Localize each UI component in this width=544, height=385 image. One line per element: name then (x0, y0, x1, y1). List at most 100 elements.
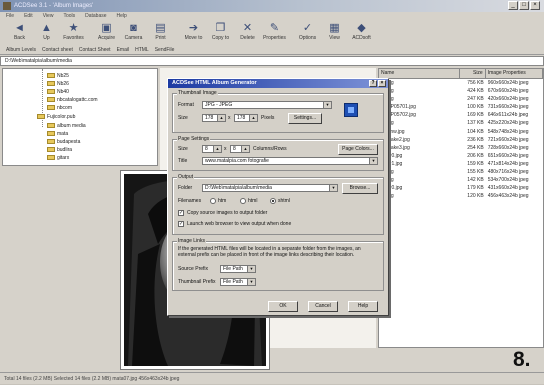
toolbar-button-properties[interactable]: ✎ Properties (261, 21, 288, 45)
page-colors-button[interactable]: Page Colors... (338, 144, 378, 155)
toolbar-button-favorites[interactable]: ★ Favorites (60, 21, 87, 45)
browse-button[interactable]: Browse... (342, 183, 378, 194)
folder-icon (47, 131, 55, 137)
close-button[interactable]: × (530, 1, 540, 10)
tree-item[interactable]: budapesta (47, 138, 80, 146)
radio-shtml[interactable] (270, 198, 276, 204)
acdsoft-icon: ◆ (357, 22, 366, 34)
column-name[interactable]: Name (379, 69, 460, 78)
tree-item[interactable]: nbcatalogattc.com (47, 96, 98, 104)
rows-field[interactable]: 8 ▲ (230, 145, 250, 153)
file-row[interactable]: CP05702.jpg 169 KB 646x611x24b jpeg (379, 111, 543, 119)
title-field[interactable]: www.matalpia.com fotografie ▼ (202, 157, 378, 165)
columns-field[interactable]: 8 ▲ (202, 145, 222, 153)
tree-item[interactable]: mata (47, 130, 68, 138)
radio-html-label: html (248, 198, 258, 204)
file-row[interactable]: hr1.jpg 159 KB 471x814x24b jpeg (379, 160, 543, 168)
tree-item[interactable]: Fujicolor.pub (37, 113, 75, 121)
file-row[interactable]: jpg 247 KB 420x660x24b jpeg (379, 95, 543, 103)
thumbnail-prefix-select[interactable]: File Path ▼ (220, 278, 256, 286)
link-contact-sheet-2[interactable]: Contact Sheet (79, 45, 111, 54)
copy-images-label: Copy source images to output folder (187, 210, 268, 216)
toolbar-button-acdsoft[interactable]: ◆ ACDsoft (348, 21, 375, 45)
toolbar-button-back[interactable]: ◄ Back (6, 21, 33, 45)
favorites-icon: ★ (68, 22, 79, 34)
file-row[interactable]: Pnw.jpg 104 KB 548x748x24b jpeg (379, 128, 543, 136)
file-name: stake2.jpg (379, 136, 460, 144)
copy-images-checkbox[interactable]: ✓ (178, 210, 184, 216)
tree-item[interactable]: album media (47, 122, 86, 130)
toolbar-button-copy-to[interactable]: ❐ Copy to (207, 21, 234, 45)
tree-item[interactable]: Nb40 (47, 88, 69, 96)
format-select[interactable]: JPG - JPEG ▼ (202, 101, 332, 109)
menu-edit[interactable]: Edit (24, 12, 33, 21)
help-button[interactable]: Help (348, 301, 378, 312)
menu-file[interactable]: File (6, 12, 14, 21)
dialog-title: ACDSee HTML Album Generator ? × (168, 79, 388, 88)
file-row[interactable]: jpg 120 KB 456x463x24b jpeg (379, 192, 543, 200)
chevron-down-icon: ▼ (247, 266, 255, 272)
dialog-help-button[interactable]: ? (369, 80, 377, 87)
file-row[interactable]: jpg 155 KB 480x716x24b jpeg (379, 168, 543, 176)
dialog-close-button[interactable]: × (378, 80, 386, 87)
toolbar-button-print[interactable]: ▤ Print (147, 21, 174, 45)
toolbar-button-view[interactable]: ▦ View (321, 21, 348, 45)
file-row[interactable]: CP05701.jpg 100 KB 731x660x24b jpeg (379, 103, 543, 111)
toolbar-button-camera[interactable]: ◙ Camera (120, 21, 147, 45)
file-row[interactable]: hr0.jpg 206 KB 651x660x24b jpeg (379, 152, 543, 160)
file-row[interactable]: jpg 756 KB 960x660x24b jpeg (379, 79, 543, 87)
file-name: hr0.jpg (379, 152, 460, 160)
tree-item[interactable]: budlira (47, 146, 72, 154)
maximize-button[interactable]: □ (519, 1, 529, 10)
address-bar[interactable]: D:\Web\matalpia\album\media (0, 56, 544, 66)
menu-tools[interactable]: Tools (63, 12, 75, 21)
tree-item[interactable]: gitarx (47, 154, 69, 162)
file-row[interactable]: stake2.jpg 236 KB 721x660x24b jpeg (379, 136, 543, 144)
link-album-levels[interactable]: Album Levels (6, 45, 36, 54)
link-email[interactable]: Email (117, 45, 130, 54)
file-row[interactable]: hr0.jpg 179 KB 431x660x24b jpeg (379, 184, 543, 192)
menu-database[interactable]: Database (85, 12, 106, 21)
thumbnail-prefix-label: Thumbnail Prefix (178, 279, 216, 285)
link-sendfile[interactable]: SendFile (155, 45, 175, 54)
file-row[interactable]: jpg 137 KB 425x220x24b jpeg (379, 119, 543, 127)
tree-item[interactable]: Nb25 (47, 72, 69, 80)
thumb-width-field[interactable]: 178 ▲ (202, 114, 226, 122)
cancel-button[interactable]: Cancel (308, 301, 338, 312)
ok-button[interactable]: OK (268, 301, 298, 312)
file-row[interactable]: jpg 142 KB 534x700x24b jpeg (379, 176, 543, 184)
file-name-text: CP05702.jpg (387, 112, 416, 119)
source-prefix-select[interactable]: File Path ▼ (220, 265, 256, 273)
toolbar-button-up[interactable]: ▲ Up (33, 21, 60, 45)
tree-item[interactable]: Nb26 (47, 80, 69, 88)
radio-htm[interactable] (210, 198, 216, 204)
menu-view[interactable]: View (43, 12, 54, 21)
tree-item[interactable]: nbcom (47, 104, 72, 112)
file-properties: 471x814x24b jpeg (487, 160, 529, 167)
folder-field[interactable]: D:\Web\matalpia\album\media ▼ (202, 184, 338, 192)
file-properties: 646x611x24b jpeg (487, 112, 529, 119)
toolbar-button-options[interactable]: ✓ Options (294, 21, 321, 45)
file-row[interactable]: stake3.jpg 254 KB 728x660x24b jpeg (379, 144, 543, 152)
toolbar-button-acquire[interactable]: ▣ Acquire (93, 21, 120, 45)
file-size: 179 KB (467, 185, 484, 192)
thumb-height-field[interactable]: 178 ▲ (234, 114, 258, 122)
menu-help[interactable]: Help (117, 12, 127, 21)
settings-button[interactable]: Settings... (288, 113, 322, 124)
link-contact-sheet[interactable]: Contact sheet (42, 45, 73, 54)
column-size[interactable]: Size (460, 69, 486, 78)
toolbar-label: Delete (240, 35, 255, 41)
toolbar-label: Properties (263, 35, 286, 41)
copy-to-icon: ❐ (215, 22, 226, 34)
file-row[interactable]: jpg 424 KB 670x660x24b jpeg (379, 87, 543, 95)
link-html[interactable]: HTML (135, 45, 149, 54)
minimize-button[interactable]: _ (508, 1, 518, 10)
launch-browser-label: Launch web browser to view output when d… (187, 221, 292, 227)
toolbar-button-delete[interactable]: ✕ Delete (234, 21, 261, 45)
file-name: jpg (379, 79, 460, 87)
file-name: CP05701.jpg (379, 103, 460, 111)
toolbar-button-move-to[interactable]: ➔ Move to (180, 21, 207, 45)
launch-browser-checkbox[interactable]: ✓ (178, 221, 184, 227)
column-properties[interactable]: Image Properties (486, 69, 543, 78)
radio-html[interactable] (240, 198, 246, 204)
